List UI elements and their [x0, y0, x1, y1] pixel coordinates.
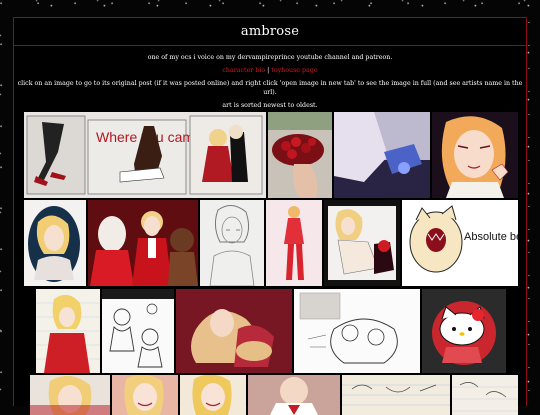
- gallery-image-lineart-pair[interactable]: [102, 289, 174, 373]
- pencil-sketch-portrait-icon: [200, 200, 264, 286]
- pose-with-cat-icon: [324, 200, 400, 286]
- sort-note: art is sorted newest to oldest.: [222, 102, 318, 109]
- gallery-image-blonde-red[interactable]: [30, 375, 110, 415]
- gallery-image-red-cuddle[interactable]: [176, 289, 292, 373]
- hello-kitty-badge-icon: [422, 289, 506, 373]
- gallery-image-pencil-notes[interactable]: [452, 375, 518, 415]
- red-cuddle-painting-icon: [176, 289, 292, 373]
- comic-where-you-came-from-icon: Where you came From: [24, 112, 266, 198]
- intro-text: one of my ocs i voice on my dervampirepr…: [147, 54, 393, 61]
- gallery-image-beast[interactable]: Absolute beast!: [402, 200, 518, 286]
- gallery-image-cat-pose[interactable]: [324, 200, 400, 286]
- cherries-photo-icon: [268, 112, 332, 198]
- blonde-portrait-red-icon: [30, 375, 110, 415]
- vampire-portrait-wink-icon: [432, 112, 518, 198]
- notebook-drawing-icon: [36, 289, 100, 373]
- gallery-image-bottle[interactable]: [334, 112, 430, 198]
- red-vampire-trio-icon: [88, 200, 198, 286]
- smiling-face-yellow-icon: [180, 375, 246, 415]
- header: ambrose: [14, 18, 526, 46]
- gallery-image-notebook[interactable]: [36, 289, 100, 373]
- links-row: character bio | toyhouse page: [14, 66, 526, 75]
- gallery-image-cherries[interactable]: [268, 112, 332, 198]
- smiling-face-pink-icon: [112, 375, 178, 415]
- gallery-image-oval[interactable]: [24, 200, 86, 286]
- gallery-image-wink[interactable]: [432, 112, 518, 198]
- absolute-beast-text: Absolute beast!: [464, 231, 518, 243]
- gallery-image-red-trio[interactable]: [88, 200, 198, 286]
- gallery-image-smile-yellow[interactable]: [180, 375, 246, 415]
- absolute-beast-sticker-icon: Absolute beast!: [402, 200, 518, 286]
- gallery-image-pencil[interactable]: [200, 200, 264, 286]
- gallery-image-smile-pink[interactable]: [112, 375, 178, 415]
- gallery-image-lineart-hug[interactable]: [294, 289, 420, 373]
- main-panel: ambrose one of my ocs i voice on my derv…: [13, 17, 527, 415]
- toyhouse-page-link[interactable]: toyhouse page: [271, 67, 317, 74]
- blue-bottle-photo-icon: [334, 112, 430, 198]
- gallery-image-kitty[interactable]: [422, 289, 506, 373]
- gallery-image-comic[interactable]: Where you came From: [24, 112, 266, 198]
- lined-paper-doodle-icon: [342, 375, 450, 415]
- pencil-notes-doodle-icon: [452, 375, 518, 415]
- pink-figure-standing-icon: [266, 200, 322, 286]
- page-title: ambrose: [240, 24, 300, 39]
- character-bio-link[interactable]: character bio: [222, 67, 265, 74]
- intro-section: one of my ocs i voice on my dervampirepr…: [14, 46, 526, 110]
- gallery-image-collar[interactable]: [248, 375, 340, 415]
- gallery-image-lined-doodle[interactable]: [342, 375, 450, 415]
- gallery-image-pink-figure[interactable]: [266, 200, 322, 286]
- lineart-hug-sketch-icon: [294, 289, 420, 373]
- collar-portrait-icon: [248, 375, 340, 415]
- portrait-blonde-oval-icon: [24, 200, 86, 286]
- link-separator: |: [267, 67, 270, 74]
- art-gallery: Where you came From Absolute b: [24, 112, 518, 415]
- instructions-text: click on an image to go to its original …: [17, 80, 523, 96]
- lineart-sketch-pair-icon: [102, 289, 174, 373]
